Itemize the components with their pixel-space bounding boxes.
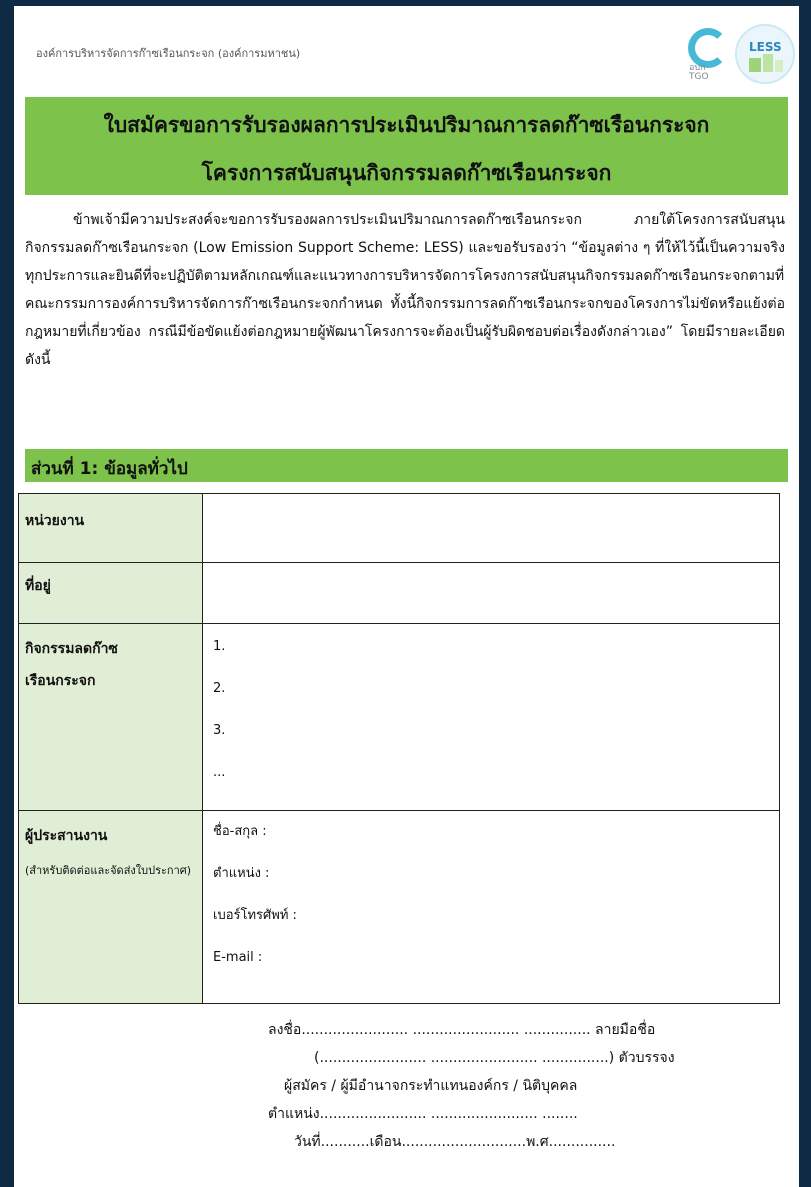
agency-label: หน่วยงาน	[18, 493, 203, 563]
list-item: 3.	[213, 723, 226, 738]
signer-role: ผู้สมัคร / ผู้มีอำนาจกระทำแทนองค์กร / นิ…	[284, 1078, 578, 1094]
position-line[interactable]: ตำแหน่ง........................ ........…	[254, 1100, 674, 1128]
general-info-table: หน่วยงาน ที่อยู่ กิจกรรมลดก๊าซ เรือนกระจ…	[18, 493, 780, 1004]
tgo-logo: อบก TGO	[685, 28, 728, 82]
coordinator-note: (สำหรับติดต่อและจัดส่งใบประกาศ)	[25, 864, 192, 877]
coordinator-email-field[interactable]: E-mail :	[213, 937, 769, 979]
agency-field[interactable]	[202, 493, 780, 563]
activity-field[interactable]: 1. 2. 3. ...	[202, 623, 780, 811]
org-name: องค์การบริหารจัดการก๊าซเรือนกระจก (องค์ก…	[36, 47, 301, 60]
table-row: กิจกรรมลดก๊าซ เรือนกระจก 1. 2. 3. ...	[18, 623, 780, 811]
table-row: ที่อยู่	[18, 562, 780, 624]
list-item: 1.	[213, 639, 226, 654]
title-band: ใบสมัครขอการรับรองผลการประเมินปริมาณการล…	[25, 97, 788, 195]
coordinator-position-field[interactable]: ตำแหน่ง :	[213, 853, 769, 895]
table-row: หน่วยงาน	[18, 493, 780, 563]
signature-block: ลงชื่อ........................ .........…	[254, 1016, 675, 1156]
activity-label: กิจกรรมลดก๊าซ เรือนกระจก	[18, 623, 203, 811]
less-logo: LESS	[735, 24, 795, 84]
title-line-2: โครงการสนับสนุนกิจกรรมลดก๊าซเรือนกระจก	[201, 160, 612, 185]
table-row: ผู้ประสานงาน (สำหรับติดต่อและจัดส่งใบประ…	[18, 810, 780, 1004]
section-title: ส่วนที่ 1: ข้อมูลทั่วไป	[31, 459, 188, 479]
list-item: 2.	[213, 681, 226, 696]
address-label: ที่อยู่	[18, 562, 203, 624]
list-item: ...	[213, 765, 226, 780]
intro-paragraph: ข้าพเจ้ามีความประสงค์จะขอการรับรองผลการป…	[25, 212, 785, 368]
address-field[interactable]	[202, 562, 780, 624]
section-header: ส่วนที่ 1: ข้อมูลทั่วไป	[25, 449, 788, 482]
coordinator-field[interactable]: ชื่อ-สกุล : ตำแหน่ง : เบอร์โทรศัพท์ : E-…	[202, 810, 780, 1004]
coordinator-phone-field[interactable]: เบอร์โทรศัพท์ :	[213, 895, 769, 937]
document-page: องค์การบริหารจัดการก๊าซเรือนกระจก (องค์ก…	[14, 6, 799, 1187]
date-line[interactable]: วันที่...........เดือน..................…	[254, 1128, 674, 1156]
coordinator-name-field[interactable]: ชื่อ-สกุล :	[213, 811, 769, 853]
coordinator-label: ผู้ประสานงาน (สำหรับติดต่อและจัดส่งใบประ…	[18, 810, 203, 1004]
title-line-1: ใบสมัครขอการรับรองผลการประเมินปริมาณการล…	[103, 112, 710, 137]
signature-line[interactable]: ลงชื่อ........................ .........…	[254, 1016, 674, 1044]
printed-name-line[interactable]: (........................ ..............…	[254, 1044, 675, 1072]
logos: อบก TGO LESS	[685, 22, 795, 88]
